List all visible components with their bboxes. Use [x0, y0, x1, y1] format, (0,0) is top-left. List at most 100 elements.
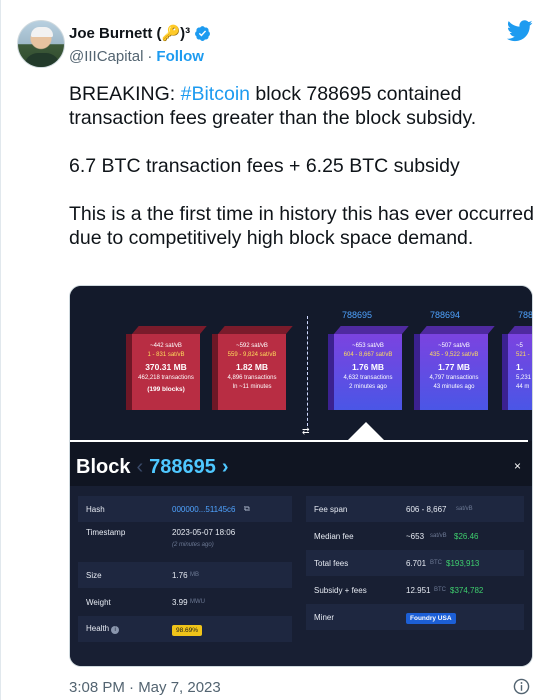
mempool-divider [307, 316, 308, 426]
miner-badge[interactable]: Foundry USA [406, 612, 456, 624]
mined-block-height[interactable]: 788 [518, 310, 532, 320]
median-fee-value: ~653 [406, 531, 425, 541]
mined-block-range: 435 - 9,522 sat/vB [429, 352, 479, 358]
weight-unit: MWU [190, 599, 205, 605]
detail-row-health: Health i 98.69% [78, 616, 292, 642]
mined-block-size: 1.76 MB [351, 362, 385, 372]
cube-top [218, 326, 293, 334]
mined-block-age: 2 minutes ago [349, 384, 387, 390]
mined-block-3[interactable]: ~5 521 - 1. 5,231 44 m [502, 326, 532, 410]
hash-value[interactable]: 000000...51145c6 [172, 505, 235, 514]
pending-block-txs: 462,218 transactions [138, 375, 194, 381]
detail-row-miner: Miner Foundry USA [306, 604, 524, 630]
twitter-bird-icon[interactable] [507, 20, 533, 42]
mined-block-range: 521 - [516, 352, 530, 358]
verified-badge-icon [195, 25, 211, 41]
selected-block-pointer [348, 422, 384, 440]
info-icon[interactable] [513, 678, 530, 695]
mined-block-txs: 4,632 transactions [343, 375, 393, 381]
tweet-paragraph-1: BREAKING: #Bitcoin block 788695 containe… [69, 82, 539, 130]
total-fees-value: 6.701 [406, 558, 427, 568]
fee-span-label: Fee span [314, 504, 348, 514]
hash-label: Hash [86, 504, 105, 514]
size-value: 1.76 [172, 570, 188, 580]
author-name-row: Joe Burnett (🔑)³ [69, 24, 211, 42]
chevron-left-icon[interactable]: ‹ [136, 456, 143, 479]
cube-face: ~5 521 - 1. 5,231 44 m [508, 334, 532, 410]
mined-block-age: 44 m [516, 384, 530, 390]
subsidy-usd: $374,782 [450, 585, 484, 595]
avatar-cap [31, 27, 53, 37]
mined-block-size: 1.77 MB [437, 362, 471, 372]
block-details-panel: Hash 000000...51145c6 ⧉ Timestamp 2023-0… [70, 486, 532, 666]
swap-arrows-icon[interactable]: ⇄ [302, 426, 310, 437]
pending-block-2[interactable]: ~592 sat/vB 559 - 9,824 sat/vB 1.82 MB 4… [212, 326, 293, 410]
weight-label: Weight [86, 597, 111, 607]
detail-row-hash: Hash 000000...51145c6 ⧉ [78, 496, 292, 522]
fee-span-unit: sat/vB [456, 506, 473, 512]
detail-row-total-fees: Total fees 6.701 BTC $193,913 [306, 550, 524, 576]
mined-block-height[interactable]: 788695 [342, 310, 372, 320]
pending-block-range: 559 - 9,824 sat/vB [227, 352, 277, 358]
author-handle-row: @IIICapital · Follow [69, 48, 204, 65]
pending-block-1[interactable]: ~442 sat/vB 1 - 831 sat/vB 370.31 MB 462… [126, 326, 207, 410]
miner-label: Miner [314, 612, 335, 622]
mined-block-fee: ~5 [516, 343, 523, 349]
info-icon[interactable]: i [111, 626, 120, 634]
tweet-timestamp[interactable]: 3:08 PM · May 7, 2023 [69, 679, 221, 696]
avatar[interactable] [17, 20, 65, 68]
mined-block-height[interactable]: 788694 [430, 310, 460, 320]
copy-icon[interactable]: ⧉ [244, 504, 250, 514]
blockchain-visualization: ~442 sat/vB 1 - 831 sat/vB 370.31 MB 462… [70, 286, 532, 442]
cube-face: ~592 sat/vB 559 - 9,824 sat/vB 1.82 MB 4… [218, 334, 286, 410]
size-label: Size [86, 570, 102, 580]
cube-top [334, 326, 409, 334]
author-name[interactable]: Joe Burnett (🔑)³ [69, 24, 190, 42]
cube-top [132, 326, 207, 334]
block-number: 788695 [149, 456, 216, 478]
tweet-p1-prefix: BREAKING: [69, 83, 181, 105]
chevron-right-icon[interactable]: › [222, 456, 229, 479]
follow-button[interactable]: Follow [156, 48, 204, 65]
pending-block-txs: 4,896 transactions [227, 375, 277, 381]
timestamp-label: Timestamp [86, 528, 126, 537]
pending-block-fee: ~442 sat/vB [150, 343, 182, 349]
bitcoin-hashtag-link[interactable]: #Bitcoin [181, 83, 250, 105]
mined-block-2[interactable]: ~507 sat/vB 435 - 9,522 sat/vB 1.77 MB 4… [414, 326, 495, 410]
mined-block-age: 43 minutes ago [433, 384, 475, 390]
tweet-media-image[interactable]: ~442 sat/vB 1 - 831 sat/vB 370.31 MB 462… [69, 285, 533, 667]
health-badge: 98.69% [172, 624, 203, 636]
pending-block-size: 370.31 MB [145, 362, 187, 372]
mined-block-size: 1. [516, 362, 524, 372]
detail-row-timestamp: Timestamp 2023-05-07 18:06 (2 minutes ag… [78, 522, 292, 558]
mined-block-txs: 4,797 transactions [429, 375, 479, 381]
pending-block-size: 1.82 MB [235, 362, 269, 372]
pending-block-fee: ~592 sat/vB [236, 343, 268, 349]
block-header: Block ‹ 788695 › [76, 456, 229, 479]
subsidy-label: Subsidy + fees [314, 585, 367, 595]
fee-span-value: 606 - 8,667 [406, 504, 447, 514]
detail-row-fee-span: Fee span 606 - 8,667 sat/vB [306, 496, 524, 522]
detail-row-size: Size 1.76 MB [78, 562, 292, 588]
tweet-card: Joe Burnett (🔑)³ @IIICapital · Follow BR… [0, 0, 552, 700]
block-title: Block [76, 456, 131, 478]
median-fee-usd: $26.46 [454, 531, 479, 541]
detail-row-weight: Weight 3.99 MWU [78, 589, 292, 615]
weight-value: 3.99 [172, 597, 188, 607]
timestamp-value: 2023-05-07 18:06 [172, 528, 236, 537]
mined-block-fee: ~653 sat/vB [352, 343, 384, 349]
close-icon[interactable]: × [514, 459, 521, 473]
mined-block-1[interactable]: ~653 sat/vB 604 - 8,667 sat/vB 1.76 MB 4… [328, 326, 409, 410]
median-fee-label: Median fee [314, 531, 354, 541]
timeline-divider [70, 440, 528, 442]
author-handle[interactable]: @IIICapital [69, 48, 143, 65]
health-badge-wrap: 98.69% [172, 624, 203, 636]
detail-row-median-fee: Median fee ~653 sat/vB $26.46 [306, 523, 524, 549]
total-fees-label: Total fees [314, 558, 349, 568]
health-label: Health [86, 624, 110, 633]
cube-top [508, 326, 532, 334]
cube-top [420, 326, 495, 334]
timestamp-relative: (2 minutes ago) [172, 542, 214, 548]
pending-block-eta: In ~11 minutes [232, 384, 272, 390]
avatar-shirt [24, 53, 60, 67]
